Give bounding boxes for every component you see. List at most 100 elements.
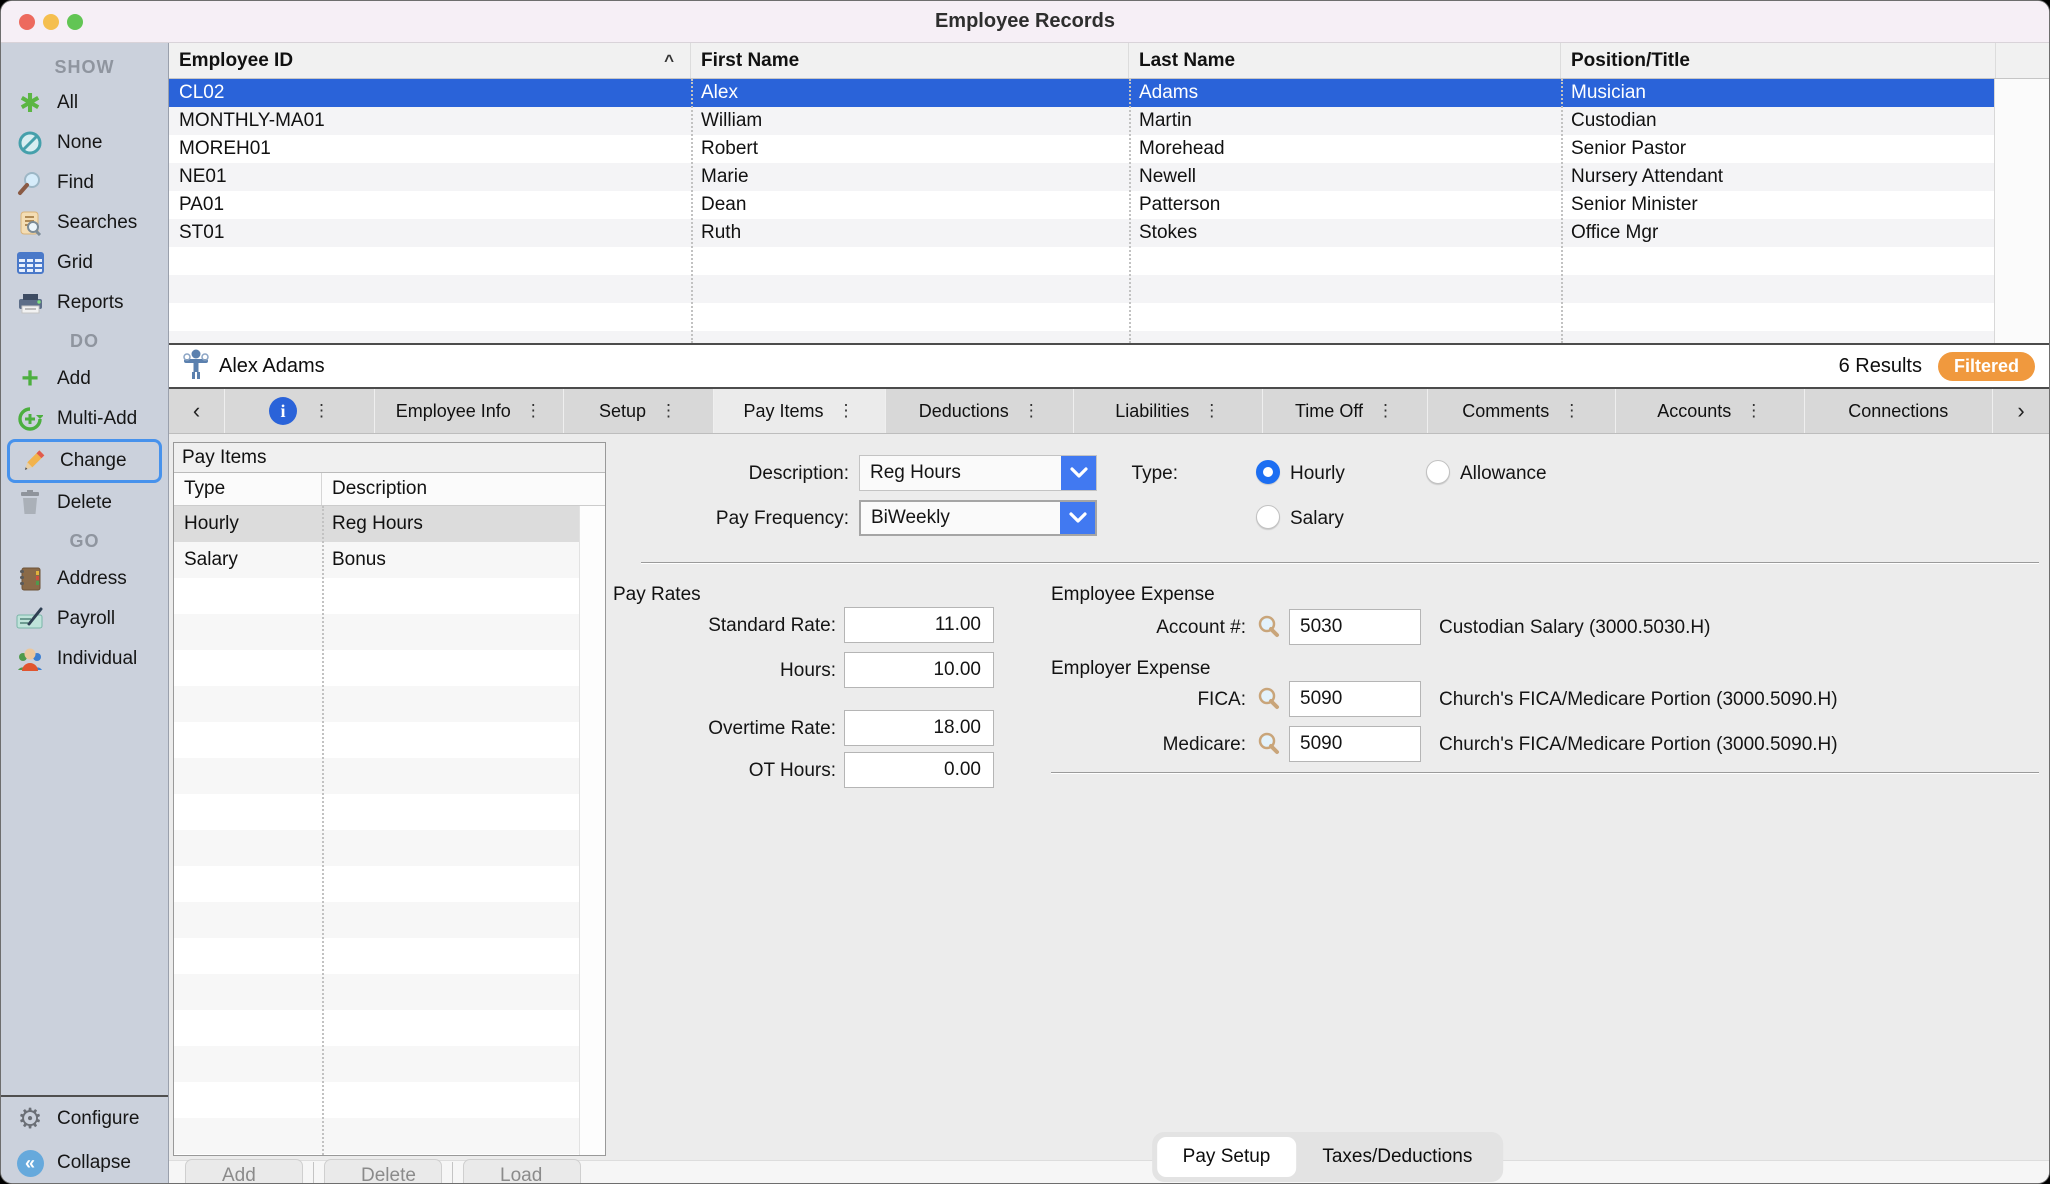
tabs-scroll-right-button[interactable]: ›	[1993, 389, 2049, 433]
filtered-badge[interactable]: Filtered	[1938, 352, 2035, 381]
table-row[interactable]: CL02 Alex Adams Musician	[169, 79, 2049, 107]
sidebar-item-address[interactable]: Address	[1, 559, 168, 599]
sidebar-item-all[interactable]: ✱ All	[1, 83, 168, 123]
pay-setup-segmented-control: Pay Setup Taxes/Deductions	[1152, 1132, 1504, 1182]
column-separator	[1561, 79, 1563, 343]
scroll-search-icon	[15, 209, 45, 237]
list-item[interactable]: Salary Bonus	[174, 542, 605, 578]
column-header-first-name[interactable]: First Name	[691, 43, 1129, 78]
column-header-position[interactable]: Position/Title	[1561, 43, 1996, 78]
overtime-rate-label: Overtime Rate:	[606, 718, 836, 740]
fica-lookup-icon[interactable]	[1254, 685, 1282, 719]
plus-icon: +	[15, 365, 45, 393]
radio-salary-label: Salary	[1290, 508, 1344, 530]
tab-menu-icon[interactable]: ⋮	[1023, 401, 1040, 421]
sidebar-item-find[interactable]: Find	[1, 163, 168, 203]
radio-allowance[interactable]	[1426, 460, 1450, 484]
hours-field[interactable]: 10.00	[844, 652, 994, 688]
tab-menu-icon[interactable]: ⋮	[313, 401, 330, 421]
fica-label: FICA:	[1056, 689, 1246, 711]
description-dropdown[interactable]: Reg Hours	[859, 455, 1097, 491]
tab-info[interactable]: i ⋮	[225, 389, 375, 433]
chevron-left-icon: ‹	[193, 398, 200, 424]
tab-deductions[interactable]: Deductions⋮	[886, 389, 1075, 433]
pay-frequency-dropdown[interactable]: BiWeekly	[859, 500, 1097, 536]
employee-table: Employee ID ^ First Name Last Name Posit…	[169, 43, 2049, 343]
zoom-button[interactable]	[67, 14, 83, 30]
check-pen-icon	[15, 605, 45, 633]
column-header-type[interactable]: Type	[174, 473, 322, 505]
account-number-label: Account #:	[1056, 617, 1246, 639]
tabs-scroll-left-button[interactable]: ‹	[169, 389, 225, 433]
none-circle-icon	[15, 129, 45, 157]
tab-pay-setup[interactable]: Pay Setup	[1157, 1137, 1297, 1177]
tab-employee-info[interactable]: Employee Info⋮	[375, 389, 564, 433]
delete-pay-item-button[interactable]: Delete	[324, 1159, 442, 1184]
tab-menu-icon[interactable]: ⋮	[838, 401, 855, 421]
table-row[interactable]: ST01 Ruth Stokes Office Mgr	[169, 219, 2049, 247]
sidebar-item-grid[interactable]: Grid	[1, 243, 168, 283]
fica-account-field[interactable]: 5090	[1289, 681, 1421, 717]
pay-items-list-header: Type Description	[174, 473, 605, 506]
sidebar-item-reports[interactable]: Reports	[1, 283, 168, 323]
column-separator	[691, 79, 693, 343]
tab-menu-icon[interactable]: ⋮	[525, 401, 542, 421]
printer-icon	[15, 289, 45, 317]
minimize-button[interactable]	[43, 14, 59, 30]
list-item[interactable]: Hourly Reg Hours	[174, 506, 605, 542]
pay-items-list-body: Hourly Reg Hours Salary Bonus	[174, 506, 605, 1155]
sidebar-item-collapse[interactable]: « Collapse	[1, 1141, 168, 1184]
standard-rate-field[interactable]: 11.00	[844, 607, 994, 643]
table-row[interactable]: MOREH01 Robert Morehead Senior Pastor	[169, 135, 2049, 163]
radio-salary[interactable]	[1256, 505, 1280, 529]
load-pay-item-button[interactable]: Load	[463, 1159, 581, 1184]
tab-menu-icon[interactable]: ⋮	[1203, 401, 1220, 421]
column-header-last-name[interactable]: Last Name	[1129, 43, 1561, 78]
tab-pay-items[interactable]: Pay Items⋮	[714, 389, 886, 433]
sidebar-item-payroll[interactable]: Payroll	[1, 599, 168, 639]
tab-menu-icon[interactable]: ⋮	[660, 401, 677, 421]
tab-accounts[interactable]: Accounts⋮	[1616, 389, 1805, 433]
tab-connections[interactable]: Connections	[1805, 389, 1994, 433]
tab-taxes-deductions[interactable]: Taxes/Deductions	[1296, 1137, 1498, 1177]
table-row[interactable]: PA01 Dean Patterson Senior Minister	[169, 191, 2049, 219]
column-header-employee-id[interactable]: Employee ID ^	[169, 43, 691, 78]
magnifier-icon	[15, 169, 45, 197]
sidebar-item-change[interactable]: Change	[7, 439, 162, 483]
asterisk-icon: ✱	[15, 89, 45, 117]
tab-liabilities[interactable]: Liabilities⋮	[1074, 389, 1263, 433]
medicare-lookup-icon[interactable]	[1254, 730, 1282, 764]
sidebar-item-add[interactable]: + Add	[1, 359, 168, 399]
column-separator	[1129, 79, 1131, 343]
sidebar-item-none[interactable]: None	[1, 123, 168, 163]
employee-table-body: CL02 Alex Adams Musician MONTHLY-MA01 Wi…	[169, 79, 2049, 343]
table-row[interactable]: NE01 Marie Newell Nursery Attendant	[169, 163, 2049, 191]
medicare-account-field[interactable]: 5090	[1289, 726, 1421, 762]
tab-menu-icon[interactable]: ⋮	[1563, 401, 1580, 421]
sidebar-item-individual[interactable]: Individual	[1, 639, 168, 679]
radio-hourly[interactable]	[1256, 460, 1280, 484]
section-divider	[641, 562, 2039, 564]
sidebar-item-searches[interactable]: Searches	[1, 203, 168, 243]
sidebar-item-delete[interactable]: Delete	[1, 483, 168, 523]
scrollbar-track[interactable]	[1994, 79, 2049, 343]
account-number-field[interactable]: 5030	[1289, 609, 1421, 645]
tab-menu-icon[interactable]: ⋮	[1377, 401, 1394, 421]
tab-setup[interactable]: Setup⋮	[564, 389, 714, 433]
tab-menu-icon[interactable]: ⋮	[1745, 401, 1762, 421]
tab-comments[interactable]: Comments⋮	[1428, 389, 1617, 433]
sidebar-item-multi-add[interactable]: Multi-Add	[1, 399, 168, 439]
circle-plus-arrow-icon	[15, 405, 45, 433]
overtime-rate-field[interactable]: 18.00	[844, 710, 994, 746]
table-row[interactable]: MONTHLY-MA01 William Martin Custodian	[169, 107, 2049, 135]
scrollbar-track[interactable]	[579, 506, 605, 1155]
ot-hours-field[interactable]: 0.00	[844, 752, 994, 788]
tab-time-off[interactable]: Time Off⋮	[1263, 389, 1428, 433]
sidebar-section-do: DO	[1, 323, 168, 359]
sidebar-item-configure[interactable]: ⚙ Configure	[1, 1097, 168, 1141]
account-lookup-icon[interactable]	[1254, 613, 1282, 647]
add-pay-item-button[interactable]: Add	[185, 1159, 303, 1184]
button-divider	[452, 1162, 453, 1184]
column-header-description[interactable]: Description	[322, 478, 427, 500]
close-button[interactable]	[19, 14, 35, 30]
